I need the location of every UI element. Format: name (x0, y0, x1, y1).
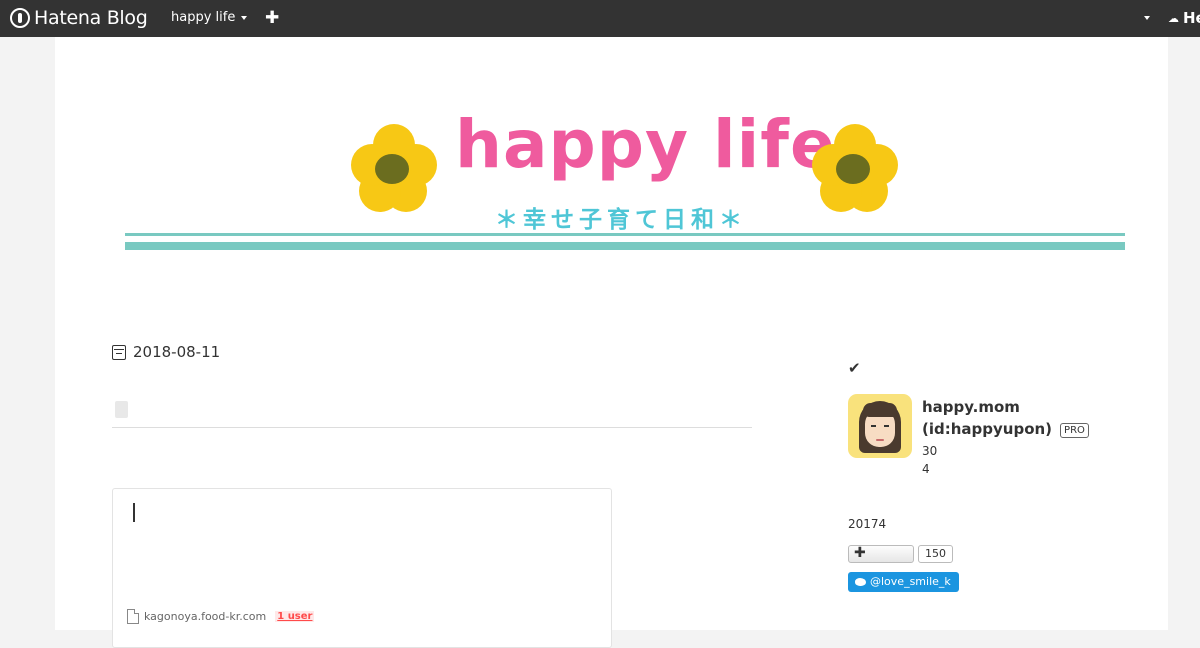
blog-selector[interactable]: happy life (171, 10, 248, 25)
flower-icon (812, 124, 898, 216)
check-icon: ✔ (848, 359, 861, 377)
brand-text: Hatena Blog (34, 7, 148, 29)
global-header: Hatena Blog happy life ✚ ☁ He (0, 0, 1200, 37)
plus-icon[interactable]: ✚ (265, 8, 279, 28)
embed-meta: kagonoya.food-kr.com 1 user (127, 609, 315, 624)
title-divider (112, 427, 752, 428)
plus-icon: ✚ (854, 545, 866, 561)
flower-icon (351, 124, 437, 216)
post-title-placeholder (115, 401, 128, 418)
header-banner[interactable]: happy life ＊幸せ子育て日和＊ (125, 112, 1125, 262)
post-date-text: 2018-08-11 (133, 343, 221, 361)
banner-stripe-thick (125, 242, 1125, 250)
bookmark-users-badge[interactable]: 1 user (275, 611, 315, 622)
banner-subtitle: ＊幸せ子育て日和＊ (495, 207, 747, 233)
twitter-bird-icon (854, 577, 866, 587)
text-cursor (133, 503, 135, 522)
profile-stat: 4 (922, 462, 930, 476)
profile-stat: 30 (922, 444, 938, 458)
blog-since: 20174 (848, 517, 887, 531)
hatena-service-icon: ☁ (1168, 11, 1179, 25)
profile-name-line1: happy.mom (922, 398, 1020, 416)
avatar[interactable] (848, 394, 912, 458)
calendar-icon (112, 344, 126, 360)
hatena-service-text: He (1183, 9, 1200, 27)
document-icon (127, 609, 139, 624)
twitter-follow-button[interactable]: @love_smile_k (848, 572, 959, 592)
profile-name-line2: (id:happyupon) PRO (922, 418, 1089, 440)
banner-title: happy life (455, 106, 836, 183)
embed-domain[interactable]: kagonoya.food-kr.com (144, 610, 266, 623)
hatena-logo-icon (10, 8, 30, 28)
pro-badge: PRO (1060, 423, 1089, 438)
subscriber-count[interactable]: 150 (918, 545, 953, 563)
user-menu-chevron-down-icon[interactable] (1144, 16, 1150, 20)
subscribe-widget: ✚ 150 (848, 545, 953, 563)
banner-stripe-thin (125, 233, 1125, 236)
post-date[interactable]: 2018-08-11 (112, 343, 220, 361)
hatena-blog-logo[interactable]: Hatena Blog (10, 6, 148, 30)
subscribe-button[interactable]: ✚ (848, 545, 914, 563)
hatena-service-logo[interactable]: ☁ He (1168, 9, 1200, 27)
blog-container: happy life ＊幸せ子育て日和＊ 2018-08-11 kagonoya… (55, 37, 1168, 648)
profile-name[interactable]: happy.mom (id:happyupon) PRO (922, 396, 1089, 440)
twitter-handle: @love_smile_k (870, 575, 951, 588)
profile-id: (id:happyupon) (922, 420, 1053, 438)
blog-selector-label: happy life (171, 10, 236, 25)
link-embed-card[interactable]: kagonoya.food-kr.com 1 user (112, 488, 612, 648)
chevron-down-icon (241, 15, 248, 20)
